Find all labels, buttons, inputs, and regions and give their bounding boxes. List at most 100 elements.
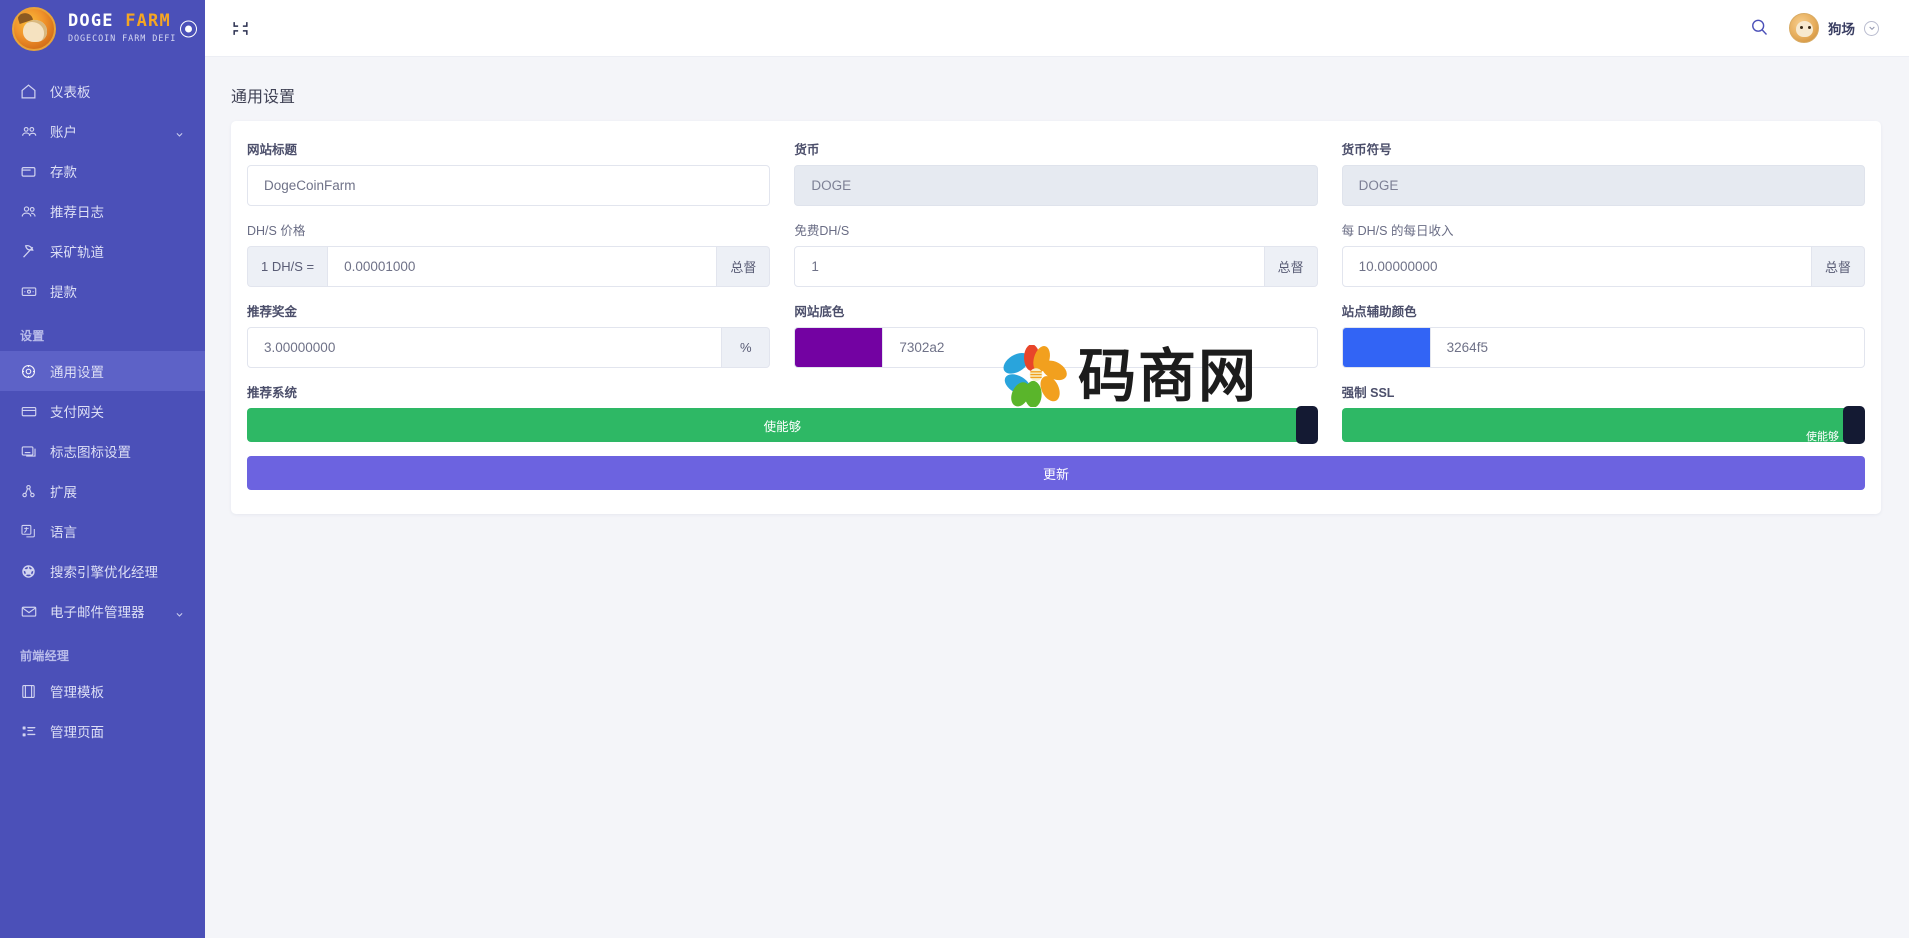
main-area: 狗场 通用设置 网站标题 货币: [205, 0, 1909, 938]
user-name: 狗场: [1828, 22, 1855, 37]
sidebar-item-label: 支付网关: [50, 405, 104, 420]
sidebar-nav: 仪表板 账户 存款 推荐日志 采矿轨道 提款 设置 通用设置 支付网关 标志图标…: [0, 57, 205, 751]
doge-logo-icon: [12, 6, 56, 51]
sidebar-item-label: 提款: [50, 285, 77, 300]
topbar: 狗场: [205, 0, 1909, 57]
field-label: 货币: [794, 143, 820, 157]
chevron-down-icon[interactable]: [1864, 20, 1879, 36]
sidebar-item-logo-icon-settings[interactable]: 标志图标设置: [0, 431, 205, 471]
sidebar-item-extensions[interactable]: 扩展: [0, 471, 205, 511]
sidebar-item-dashboard[interactable]: 仪表板: [0, 71, 205, 111]
brand-header[interactable]: DOGE FARM DOGECOIN FARM DEFI: [0, 0, 205, 57]
free-dhs-input[interactable]: [794, 246, 1265, 287]
sidebar-item-email-manager[interactable]: 电子邮件管理器: [0, 591, 205, 631]
dhs-price-suffix: 总督: [717, 246, 771, 287]
field-label: 免费DH/S: [794, 224, 850, 238]
field-currency: 货币: [794, 139, 1318, 220]
brand-text: DOGE FARM DOGECOIN FARM DEFI: [68, 13, 176, 44]
field-label: 推荐奖金: [247, 305, 298, 319]
chevron-down-icon: [175, 127, 183, 137]
sidebar-item-payment-gateway[interactable]: 支付网关: [0, 391, 205, 431]
toggle-state-label: 使能够: [1805, 431, 1839, 443]
sidebar-item-label: 仪表板: [50, 85, 91, 100]
base-color-input[interactable]: [882, 327, 1318, 368]
referral-system-toggle[interactable]: 使能够: [247, 406, 1318, 444]
sidebar-item-general-settings[interactable]: 通用设置: [0, 351, 205, 391]
wallet-icon: [20, 162, 42, 180]
sidebar-item-deposits[interactable]: 存款: [0, 151, 205, 191]
sidebar-item-label: 推荐日志: [50, 205, 104, 220]
currency-symbol-input[interactable]: [1341, 165, 1865, 206]
toggle-knob: [1295, 406, 1318, 444]
general-settings-card: 网站标题 货币 货币符号: [231, 121, 1881, 514]
sidebar-item-label: 标志图标设置: [50, 445, 131, 460]
pickaxe-icon: [20, 242, 42, 260]
sidebar-item-label: 管理模板: [50, 685, 104, 700]
form-row-4: 推荐系统 使能够 强制 SSL 使能够: [247, 382, 1865, 444]
free-dhs-suffix: 总督: [1264, 246, 1318, 287]
sidebar-section-settings: 设置: [20, 329, 45, 343]
home-icon: [20, 82, 42, 100]
sidebar-item-withdrawals[interactable]: 提款: [0, 271, 205, 311]
field-referral-bonus: 推荐奖金 %: [247, 301, 771, 382]
card-money-icon: [20, 282, 42, 300]
page-title: 通用设置: [231, 89, 296, 106]
sidebar-item-referral-log[interactable]: 推荐日志: [0, 191, 205, 231]
field-site-secondary-color: 站点辅助颜色: [1341, 301, 1865, 382]
field-label: 推荐系统: [247, 386, 298, 400]
field-free-dhs: 免费DH/S 总督: [794, 220, 1318, 301]
gear-circle-icon: [20, 362, 42, 380]
brand-title-part1: DOGE: [68, 11, 114, 32]
dhs-price-input[interactable]: [327, 246, 718, 287]
sidebar-item-label: 扩展: [50, 485, 77, 500]
currency-input[interactable]: [794, 165, 1318, 206]
field-dhs-price: DH/S 价格 1 DH/S = 总督: [247, 220, 771, 301]
page-head: 通用设置: [205, 57, 1909, 121]
globe-icon: [20, 562, 42, 580]
site-title-input[interactable]: [247, 165, 771, 206]
radio-dot-icon[interactable]: [180, 20, 197, 37]
app-root: DOGE FARM DOGECOIN FARM DEFI 仪表板 账户 存款 推…: [0, 0, 1909, 938]
collapse-arrows-icon[interactable]: [227, 15, 253, 41]
field-label: 每 DH/S 的每日收入: [1341, 224, 1454, 238]
user-avatar-icon: [1789, 13, 1819, 43]
sidebar-item-label: 账户: [50, 125, 77, 140]
update-button[interactable]: 更新: [247, 456, 1865, 490]
field-label: 强制 SSL: [1341, 386, 1395, 400]
sidebar-section-frontend: 前端经理: [20, 649, 70, 663]
sidebar-item-manage-pages[interactable]: 管理页面: [0, 711, 205, 751]
secondary-color-input[interactable]: [1429, 327, 1865, 368]
daily-income-suffix: 总督: [1811, 246, 1865, 287]
sidebar-item-accounts[interactable]: 账户: [0, 111, 205, 151]
base-color-swatch[interactable]: [794, 327, 883, 368]
search-icon[interactable]: [1749, 17, 1771, 39]
logo-image-icon: [20, 442, 42, 460]
daily-income-input[interactable]: [1341, 246, 1812, 287]
referral-bonus-input[interactable]: [247, 327, 723, 368]
field-currency-symbol: 货币符号: [1341, 139, 1865, 220]
field-force-ssl: 强制 SSL 使能够: [1341, 382, 1865, 444]
sidebar: DOGE FARM DOGECOIN FARM DEFI 仪表板 账户 存款 推…: [0, 0, 205, 938]
toggle-state-label: 使能够: [763, 419, 802, 434]
users-group-icon: [20, 122, 42, 140]
field-label: 网站标题: [247, 143, 298, 157]
sidebar-item-label: 采矿轨道: [50, 245, 104, 260]
secondary-color-swatch[interactable]: [1341, 327, 1430, 368]
referral-bonus-suffix: %: [722, 327, 771, 368]
sidebar-item-manage-templates[interactable]: 管理模板: [0, 671, 205, 711]
mail-icon: [20, 602, 42, 620]
form-row-3: 推荐奖金 % 网站底色 站点辅助颜色: [247, 301, 1865, 382]
sidebar-item-label: 存款: [50, 165, 77, 180]
credit-card-icon: [20, 402, 42, 420]
sidebar-item-label: 通用设置: [50, 365, 104, 380]
sidebar-item-mining-track[interactable]: 采矿轨道: [0, 231, 205, 271]
user-menu[interactable]: 狗场: [1789, 13, 1879, 43]
brand-title-part2: FARM: [125, 11, 171, 32]
field-label: 站点辅助颜色: [1341, 305, 1417, 319]
field-site-base-color: 网站底色: [794, 301, 1318, 382]
sidebar-item-seo-manager[interactable]: 搜索引擎优化经理: [0, 551, 205, 591]
sidebar-item-language[interactable]: 语言: [0, 511, 205, 551]
field-site-title: 网站标题: [247, 139, 771, 220]
sidebar-item-label: 电子邮件管理器: [50, 605, 145, 620]
force-ssl-toggle[interactable]: 使能够: [1341, 406, 1865, 444]
